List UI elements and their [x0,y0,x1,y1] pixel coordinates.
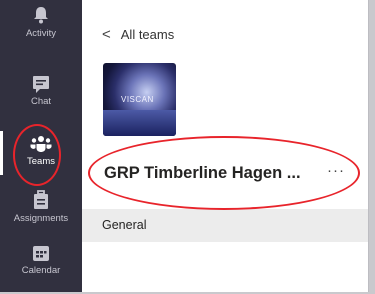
all-teams-label: All teams [120,27,175,42]
calendar-icon [33,246,49,261]
app-rail: Activity Chat Teams Assignments Calendar [0,0,82,292]
nav-calendar[interactable]: Calendar [0,244,82,294]
nav-chat-label: Chat [30,96,52,107]
teams-icon [30,136,52,152]
all-teams-back-link[interactable]: < All teams [102,26,174,43]
nav-chat[interactable]: Chat [0,75,82,125]
team-picture-text: VISCAN [121,95,154,104]
nav-activity[interactable]: Activity [0,5,82,55]
channel-general[interactable]: General [82,209,368,242]
chat-icon [33,76,49,93]
nav-assignments-label: Assignments [13,213,69,224]
nav-calendar-label: Calendar [21,265,61,276]
nav-activity-label: Activity [25,28,57,39]
bell-icon [34,7,48,24]
nav-teams[interactable]: Teams [0,135,82,185]
chevron-left-icon: < [102,26,111,43]
nav-assignments[interactable]: Assignments [0,190,82,240]
team-name: GRP Timberline Hagen ... [104,164,301,182]
assignments-icon [34,190,48,209]
app-window: Activity Chat Teams Assignments Calendar… [0,0,369,292]
channel-general-label: General [102,218,147,232]
nav-teams-label: Teams [27,156,55,167]
team-panel: < All teams VISCAN GRP Timberline Hagen .… [82,0,368,292]
team-picture[interactable]: VISCAN [103,63,176,136]
more-options-button[interactable]: ··· [327,162,345,179]
team-picture-water [103,110,176,136]
